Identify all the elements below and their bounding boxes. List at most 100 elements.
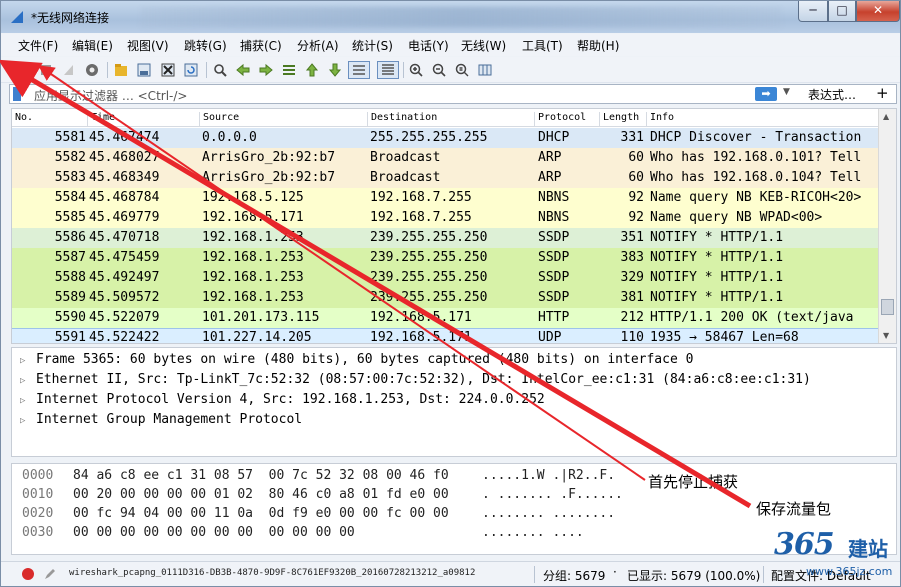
bookmark-icon[interactable] bbox=[13, 87, 21, 101]
go-back-icon[interactable] bbox=[234, 61, 252, 79]
expand-icon[interactable]: ▷ bbox=[20, 376, 36, 386]
add-filter-button[interactable]: + bbox=[876, 84, 889, 102]
packet-cell-proto: ARP bbox=[538, 170, 562, 185]
menu-analyze[interactable]: 分析(A) bbox=[297, 37, 339, 54]
menu-statistics[interactable]: 统计(S) bbox=[352, 37, 393, 54]
menu-go[interactable]: 跳转(G) bbox=[184, 37, 227, 54]
packet-list-scrollbar[interactable]: ▲ ▼ bbox=[878, 109, 896, 343]
resize-columns-icon[interactable] bbox=[476, 61, 494, 79]
packet-cell-time: 45.468027 bbox=[89, 150, 160, 165]
zoom-in-icon[interactable] bbox=[407, 61, 425, 79]
shark-fin-start-icon[interactable] bbox=[15, 61, 33, 79]
go-forward-icon[interactable] bbox=[257, 61, 275, 79]
close-button[interactable]: ✕ bbox=[856, 1, 900, 22]
packet-cell-src: ArrisGro_2b:92:b7 bbox=[202, 170, 336, 185]
packet-cell-info: HTTP/1.1 200 OK (text/java bbox=[650, 310, 854, 325]
packet-cell-src: ArrisGro_2b:92:b7 bbox=[202, 150, 336, 165]
packet-row[interactable]: 5583 45.468349 ArrisGro_2b:92:b7 Broadcast A… bbox=[12, 168, 878, 188]
maximize-button[interactable]: □ bbox=[828, 1, 856, 22]
packet-cell-src: 192.168.1.253 bbox=[202, 230, 304, 245]
filter-history-dropdown[interactable]: ▼ bbox=[783, 87, 790, 97]
packet-cell-no: 5591 bbox=[54, 330, 86, 344]
packet-row[interactable]: 5589 45.509572 192.168.1.253 239.255.255.25… bbox=[12, 288, 878, 308]
packet-cell-len: 92 bbox=[628, 190, 644, 205]
menu-wireless[interactable]: 无线(W) bbox=[461, 37, 506, 54]
window-title: *无线网络连接 bbox=[31, 11, 110, 25]
minimize-button[interactable]: ─ bbox=[798, 1, 828, 22]
col-no[interactable]: No. bbox=[12, 112, 33, 126]
packet-cell-len: 331 bbox=[620, 130, 644, 145]
expand-icon[interactable]: ▷ bbox=[20, 396, 36, 406]
expand-icon[interactable]: ▷ bbox=[20, 416, 36, 426]
packet-cell-dst: 239.255.255.250 bbox=[370, 250, 488, 265]
packet-cell-time: 45.522422 bbox=[89, 330, 160, 344]
open-file-icon[interactable] bbox=[112, 61, 130, 79]
menu-capture[interactable]: 捕获(C) bbox=[240, 37, 282, 54]
menu-tools[interactable]: 工具(T) bbox=[522, 37, 563, 54]
packet-row[interactable]: 5581 45.467474 0.0.0.0 255.255.255.255 DHCP 3… bbox=[12, 128, 878, 148]
packet-cell-time: 45.509572 bbox=[89, 290, 160, 305]
packet-row[interactable]: 5590 45.522079 101.201.173.115 192.168.5.17… bbox=[12, 308, 878, 328]
col-destination[interactable]: Destination bbox=[367, 112, 437, 126]
restart-capture-icon[interactable] bbox=[60, 61, 78, 79]
reload-icon[interactable] bbox=[182, 61, 200, 79]
packet-row[interactable]: 5584 45.468784 192.168.5.125 192.168.7.255 N… bbox=[12, 188, 878, 208]
packet-cell-no: 5583 bbox=[54, 170, 86, 185]
detail-row-frame[interactable]: ▷ Frame 5365: 60 bytes on wire (480 bits)… bbox=[20, 352, 693, 372]
capture-file-name: wireshark_pcapng_0111D316-DB3B-4870-9D9F… bbox=[69, 568, 476, 578]
packet-row[interactable]: 5586 45.470718 192.168.1.253 239.255.255.25… bbox=[12, 228, 878, 248]
menu-edit[interactable]: 编辑(E) bbox=[72, 37, 113, 54]
last-packet-icon[interactable] bbox=[326, 61, 344, 79]
zoom-out-icon[interactable] bbox=[430, 61, 448, 79]
first-packet-icon[interactable] bbox=[303, 61, 321, 79]
colorize-icon[interactable] bbox=[377, 61, 399, 79]
menu-file[interactable]: 文件(F) bbox=[18, 37, 58, 54]
menu-help[interactable]: 帮助(H) bbox=[577, 37, 619, 54]
menu-bar: 文件(F) 编辑(E) 视图(V) 跳转(G) 捕获(C) 分析(A) 统计(S… bbox=[1, 34, 900, 56]
wireshark-window: *无线网络连接 ─ □ ✕ 文件(F) 编辑(E) 视图(V) 跳转(G) 捕获… bbox=[0, 0, 901, 587]
stop-capture-icon[interactable] bbox=[37, 61, 55, 79]
packet-row[interactable]: 5588 45.492497 192.168.1.253 239.255.255.25… bbox=[12, 268, 878, 288]
scroll-thumb[interactable] bbox=[881, 299, 894, 315]
expression-button[interactable]: 表达式… bbox=[808, 86, 856, 103]
main-toolbar bbox=[1, 57, 900, 83]
close-file-icon[interactable] bbox=[159, 61, 177, 79]
find-icon[interactable] bbox=[211, 61, 229, 79]
packet-cell-dst: 255.255.255.255 bbox=[370, 130, 488, 145]
detail-row-igmp[interactable]: ▷ Internet Group Management Protocol bbox=[20, 412, 302, 432]
packet-cell-no: 5586 bbox=[54, 230, 86, 245]
apply-filter-button[interactable]: ➡ bbox=[755, 87, 777, 101]
col-protocol[interactable]: Protocol bbox=[534, 112, 586, 126]
menu-telephony[interactable]: 电话(Y) bbox=[408, 37, 449, 54]
capture-status-icon[interactable] bbox=[21, 567, 35, 581]
col-info[interactable]: Info bbox=[646, 112, 674, 126]
display-filter-bar[interactable]: 应用显示过滤器 … <Ctrl-/> ➡ ▼ 表达式… + bbox=[9, 84, 897, 104]
packet-cell-time: 45.492497 bbox=[89, 270, 160, 285]
col-time[interactable]: Time bbox=[87, 112, 115, 126]
packet-row[interactable]: 5591 45.522422 101.227.14.205 192.168.5.171… bbox=[12, 328, 878, 344]
go-to-packet-icon[interactable] bbox=[280, 61, 298, 79]
packet-cell-no: 5587 bbox=[54, 250, 86, 265]
save-file-icon[interactable] bbox=[135, 61, 153, 79]
packet-cell-len: 351 bbox=[620, 230, 644, 245]
capture-options-icon[interactable] bbox=[83, 61, 101, 79]
expand-icon[interactable]: ▷ bbox=[20, 356, 36, 366]
scroll-down-icon[interactable]: ▼ bbox=[883, 331, 889, 340]
packet-list-header: No. Time Source Destination Protocol Len… bbox=[12, 109, 878, 127]
col-length[interactable]: Length bbox=[599, 112, 639, 126]
zoom-normal-icon[interactable] bbox=[453, 61, 471, 79]
autoscroll-icon[interactable] bbox=[348, 61, 370, 79]
packet-cell-proto: SSDP bbox=[538, 290, 570, 305]
menu-view[interactable]: 视图(V) bbox=[127, 37, 169, 54]
packet-row[interactable]: 5585 45.469779 192.168.5.171 192.168.7.255 N… bbox=[12, 208, 878, 228]
packet-cell-dst: Broadcast bbox=[370, 150, 441, 165]
detail-row-ipv4[interactable]: ▷ Internet Protocol Version 4, Src: 192.1… bbox=[20, 392, 545, 412]
packet-row[interactable]: 5587 45.475459 192.168.1.253 239.255.255.25… bbox=[12, 248, 878, 268]
scroll-up-icon[interactable]: ▲ bbox=[883, 112, 889, 121]
packet-row[interactable]: 5582 45.468027 ArrisGro_2b:92:b7 Broadcast A… bbox=[12, 148, 878, 168]
annotation-save-packets: 保存流量包 bbox=[756, 500, 832, 518]
col-source[interactable]: Source bbox=[199, 112, 239, 126]
packet-cell-len: 329 bbox=[620, 270, 644, 285]
edit-comment-icon[interactable] bbox=[43, 567, 57, 581]
detail-row-ethernet[interactable]: ▷ Ethernet II, Src: Tp-LinkT_7c:52:32 (08… bbox=[20, 372, 811, 392]
